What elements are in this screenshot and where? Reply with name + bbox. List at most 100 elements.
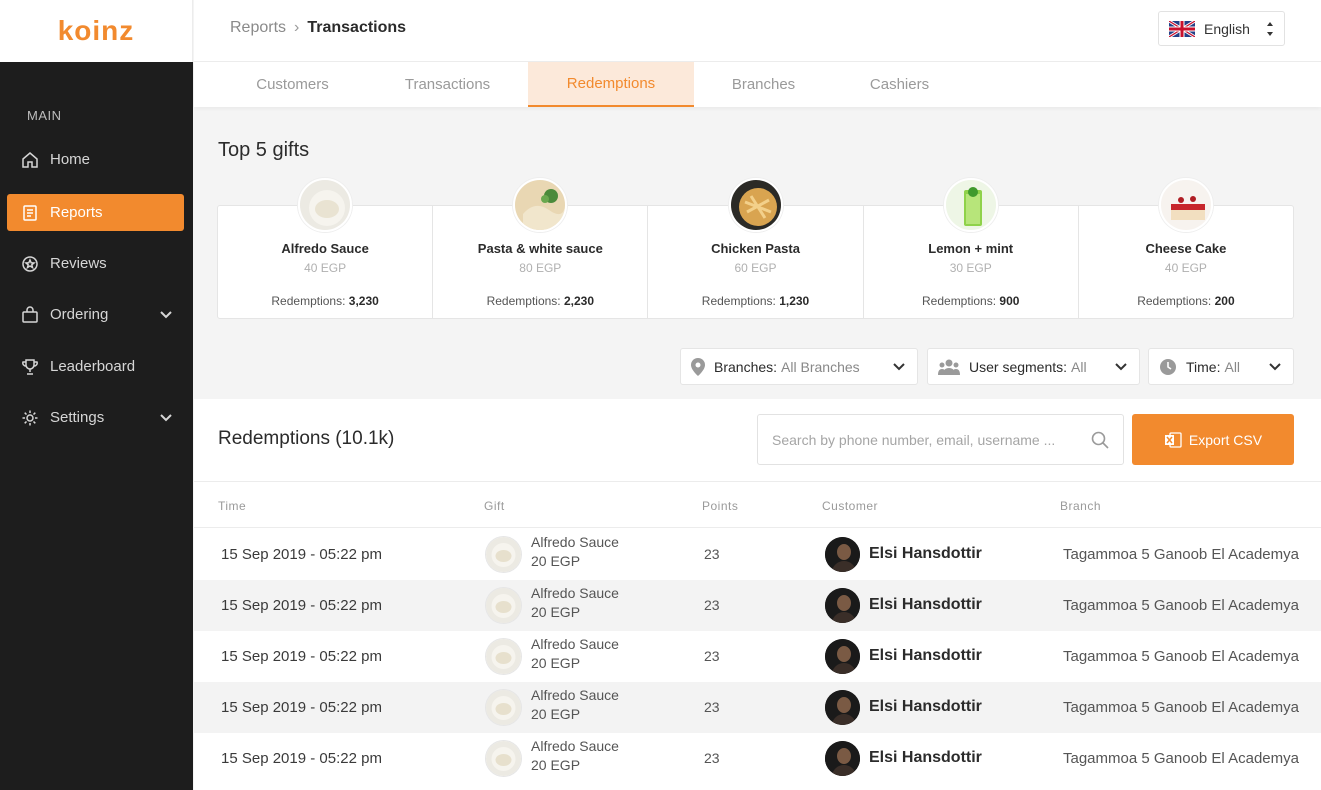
table-row[interactable]: 15 Sep 2019 - 05:22 pm Alfredo Sauce 20 … (194, 631, 1321, 682)
trophy-icon (20, 357, 40, 377)
filter-label: Branches: (714, 358, 778, 375)
cell-customer[interactable]: Elsi Hansdottir (869, 749, 982, 767)
sidebar-item-reviews[interactable]: Reviews (7, 245, 184, 282)
gear-icon (20, 408, 40, 428)
gift-image-pasta (513, 178, 568, 232)
search-icon[interactable] (1091, 431, 1109, 449)
cell-points: 23 (704, 546, 720, 562)
user-segments-filter[interactable]: User segments: All (927, 348, 1140, 385)
cell-gift-price: 20 EGP (531, 604, 581, 620)
export-csv-label: Export CSV (1188, 431, 1263, 448)
top-gifts-title: Top 5 gifts (218, 139, 310, 161)
sidebar-item-ordering[interactable]: Ordering (7, 296, 184, 333)
chevron-down-icon (160, 310, 174, 319)
sidebar-item-home[interactable]: Home (7, 141, 184, 178)
cell-gift-name: Alfredo Sauce (531, 585, 619, 601)
gift-card: Alfredo Sauce 40 EGP Redemptions: 3,230 (218, 178, 434, 318)
gift-price: 40 EGP (304, 261, 347, 275)
gift-thumbnail (486, 537, 521, 572)
bag-icon (20, 305, 40, 325)
cell-time: 15 Sep 2019 - 05:22 pm (221, 597, 382, 614)
cell-points: 23 (704, 750, 720, 766)
table-row[interactable]: 15 Sep 2019 - 05:22 pm Alfredo Sauce 20 … (194, 733, 1321, 784)
chevron-down-icon (1269, 362, 1281, 371)
redemptions-title: Redemptions (10.1k) (218, 428, 395, 449)
gift-price: 80 EGP (519, 261, 562, 275)
gift-name: Alfredo Sauce (281, 241, 369, 256)
sidebar-item-label: Ordering (50, 306, 109, 323)
gift-thumbnail (486, 639, 521, 674)
filter-value: All (1224, 358, 1241, 375)
users-icon (938, 359, 960, 375)
cell-gift-name: Alfredo Sauce (531, 687, 619, 703)
branches-filter[interactable]: Branches: All Branches (680, 348, 918, 385)
gift-card: Chicken Pasta 60 EGP Redemptions: 1,230 (648, 178, 864, 318)
sidebar-item-label: Leaderboard (50, 358, 136, 375)
location-pin-icon (691, 357, 705, 376)
gift-redemptions: Redemptions: 1,230 (701, 294, 810, 308)
filter-value: All Branches (781, 358, 860, 375)
cell-gift-price: 20 EGP (531, 706, 581, 722)
gift-thumbnail (486, 690, 521, 725)
tab-cashiers[interactable]: Cashiers (837, 62, 962, 107)
table-row[interactable]: 15 Sep 2019 - 05:22 pm Alfredo Sauce 20 … (194, 580, 1321, 631)
gift-price: 30 EGP (949, 261, 992, 275)
time-filter[interactable]: Time: All (1148, 348, 1294, 385)
gift-card: Cheese Cake 40 EGP Redemptions: 200 (1079, 178, 1293, 318)
cell-branch: Tagammoa 5 Ganoob El Academya (1063, 699, 1299, 716)
select-arrows-icon (1266, 20, 1274, 38)
reviews-icon (20, 254, 40, 274)
cell-gift-price: 20 EGP (531, 655, 581, 671)
customer-avatar[interactable] (825, 537, 860, 572)
cell-customer[interactable]: Elsi Hansdottir (869, 596, 982, 614)
search-input[interactable] (772, 431, 1091, 448)
report-icon (20, 203, 40, 223)
sidebar-item-label: Reviews (50, 255, 107, 272)
export-csv-button[interactable]: Export CSV (1132, 414, 1294, 465)
breadcrumb-current: Transactions (307, 19, 407, 36)
breadcrumb-reports[interactable]: Reports (230, 19, 286, 37)
gift-redemptions: Redemptions: 200 (1137, 294, 1235, 308)
customer-avatar[interactable] (825, 588, 860, 623)
sidebar-item-reports[interactable]: Reports (7, 194, 184, 231)
filter-label: Time: (1186, 358, 1221, 375)
tab-transactions[interactable]: Transactions (385, 62, 510, 107)
gift-image-cheese-cake (1158, 178, 1213, 232)
table-row[interactable]: 15 Sep 2019 - 05:22 pm Alfredo Sauce 20 … (194, 682, 1321, 733)
koinz-logo[interactable]: koinz (58, 15, 135, 47)
cell-time: 15 Sep 2019 - 05:22 pm (221, 648, 382, 665)
tab-redemptions[interactable]: Redemptions (528, 62, 694, 107)
column-header-points: Points (702, 499, 739, 513)
sidebar: MAIN Home Reports Reviews Ordering Leade… (0, 62, 193, 790)
sidebar-item-leaderboard[interactable]: Leaderboard (7, 348, 184, 385)
cell-time: 15 Sep 2019 - 05:22 pm (221, 699, 382, 716)
tab-customers[interactable]: Customers (230, 62, 355, 107)
sidebar-item-settings[interactable]: Settings (7, 399, 184, 436)
language-value: English (1204, 20, 1250, 37)
language-select[interactable]: English (1158, 11, 1285, 46)
cell-gift-name: Alfredo Sauce (531, 534, 619, 550)
gift-name: Pasta & white sauce (477, 241, 603, 256)
cell-customer[interactable]: Elsi Hansdottir (869, 647, 982, 665)
customer-avatar[interactable] (825, 639, 860, 674)
cell-customer[interactable]: Elsi Hansdottir (869, 545, 982, 563)
excel-icon (1164, 431, 1182, 448)
chevron-down-icon (1115, 362, 1127, 371)
gift-name: Cheese Cake (1145, 241, 1227, 256)
clock-icon (1159, 358, 1177, 376)
gift-price: 40 EGP (1164, 261, 1207, 275)
cell-gift-name: Alfredo Sauce (531, 636, 619, 652)
cell-branch: Tagammoa 5 Ganoob El Academya (1063, 546, 1299, 563)
filter-value: All (1071, 358, 1087, 375)
cell-gift-name: Alfredo Sauce (531, 738, 619, 754)
column-header-time: Time (218, 499, 247, 513)
tab-branches[interactable]: Branches (701, 62, 826, 107)
sidebar-item-label: Home (50, 151, 91, 168)
gift-image-lemon-mint (943, 178, 998, 232)
gift-thumbnail (486, 588, 521, 623)
cell-customer[interactable]: Elsi Hansdottir (869, 698, 982, 716)
customer-avatar[interactable] (825, 690, 860, 725)
column-header-customer: Customer (822, 499, 879, 513)
customer-avatar[interactable] (825, 741, 860, 776)
table-row[interactable]: 15 Sep 2019 - 05:22 pm Alfredo Sauce 20 … (194, 529, 1321, 580)
